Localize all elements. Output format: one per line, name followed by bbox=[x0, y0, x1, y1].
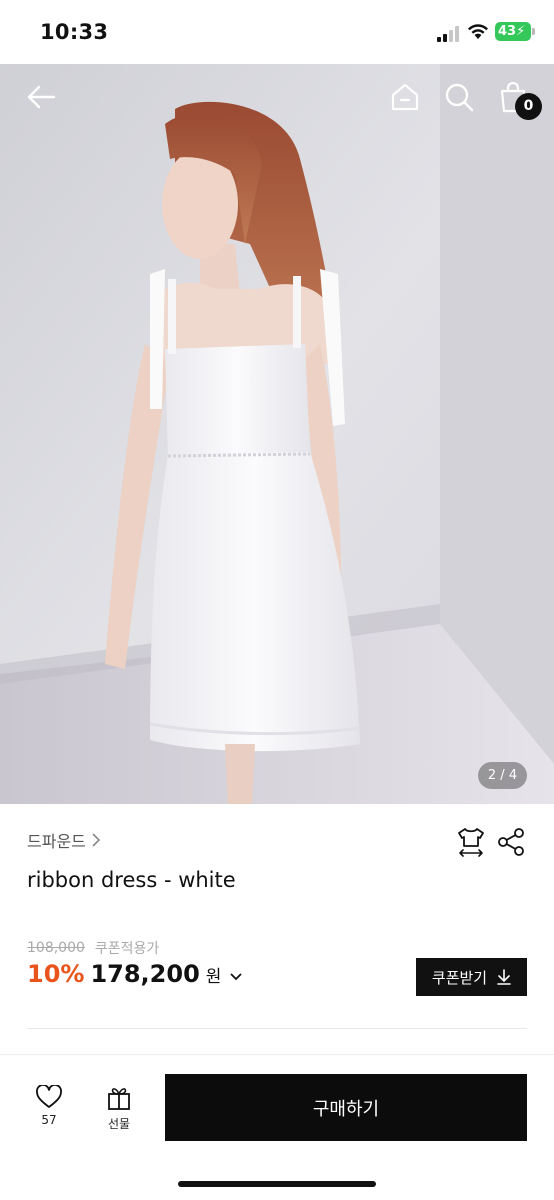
chevron-right-icon bbox=[92, 833, 101, 847]
brand-link[interactable]: 드파운드 bbox=[27, 828, 102, 852]
discount-rate: 10% bbox=[27, 960, 85, 988]
battery-level: 43 bbox=[498, 24, 517, 39]
original-price: 108,000 bbox=[27, 940, 85, 956]
gift-icon bbox=[108, 1088, 130, 1110]
coupon-button-label: 쿠폰받기 bbox=[431, 968, 488, 987]
status-time: 10:33 bbox=[40, 20, 109, 44]
like-count: 57 bbox=[41, 1113, 57, 1127]
home-icon bbox=[391, 83, 419, 111]
home-button[interactable] bbox=[388, 80, 422, 114]
sale-price: 178,200 bbox=[90, 960, 200, 988]
wifi-icon bbox=[468, 24, 488, 39]
product-photo bbox=[0, 64, 554, 804]
original-price-row: 108,000 쿠폰적용가 bbox=[27, 938, 159, 958]
buy-button[interactable]: 구매하기 bbox=[165, 1074, 527, 1141]
chevron-down-icon[interactable] bbox=[229, 972, 243, 982]
battery-cap bbox=[532, 28, 535, 35]
gallery-page-indicator: 2 / 4 bbox=[478, 762, 527, 789]
search-button[interactable] bbox=[442, 80, 476, 114]
product-title: ribbon dress - white bbox=[27, 868, 236, 892]
brand-name: 드파운드 bbox=[27, 832, 86, 851]
like-button[interactable]: 57 bbox=[30, 1085, 68, 1135]
divider bbox=[27, 1028, 527, 1029]
status-bar: 10:33 43⚡ bbox=[0, 0, 554, 64]
gift-label: 선물 bbox=[107, 1117, 131, 1131]
shirt-size-icon bbox=[458, 828, 484, 857]
size-fitting-button[interactable] bbox=[456, 826, 486, 858]
download-icon bbox=[497, 969, 511, 985]
coupon-price-label: 쿠폰적용가 bbox=[94, 941, 160, 957]
share-icon bbox=[498, 828, 524, 856]
home-indicator bbox=[178, 1181, 376, 1187]
charging-icon: ⚡ bbox=[516, 24, 526, 39]
back-arrow-icon bbox=[27, 85, 56, 109]
signal-icon bbox=[437, 26, 459, 42]
sale-price-row[interactable]: 10% 178,200 원 bbox=[27, 960, 243, 988]
back-button[interactable] bbox=[24, 80, 58, 114]
download-coupon-button[interactable]: 쿠폰받기 bbox=[416, 958, 527, 996]
bottom-action-bar: 57 선물 구매하기 bbox=[0, 1055, 554, 1200]
product-image-gallery[interactable]: 0 2 / 4 bbox=[0, 64, 554, 804]
heart-icon bbox=[36, 1085, 62, 1108]
battery-indicator: 43⚡ bbox=[495, 22, 531, 41]
gift-button[interactable]: 선물 bbox=[100, 1085, 138, 1135]
cart-count-badge: 0 bbox=[515, 93, 542, 120]
search-icon bbox=[445, 83, 474, 112]
currency-unit: 원 bbox=[205, 967, 222, 987]
share-button[interactable] bbox=[496, 826, 526, 858]
